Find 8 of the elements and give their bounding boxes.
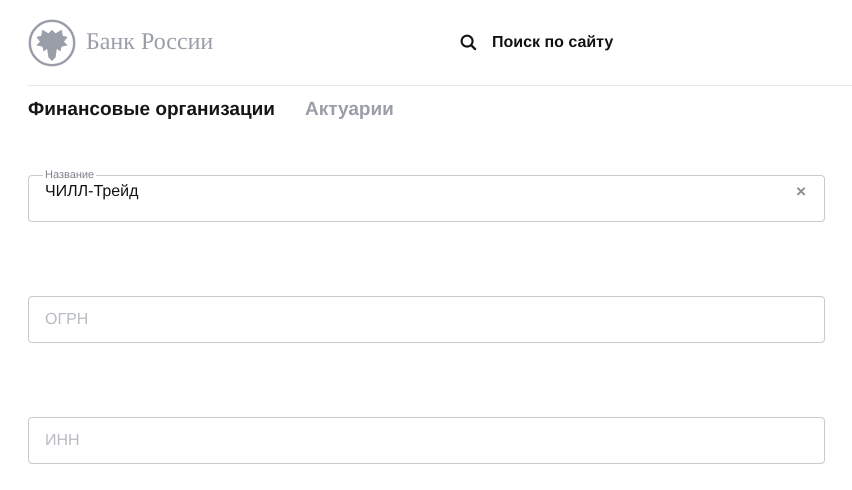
tab[interactable]: Финансовые организации	[28, 99, 275, 149]
search-icon	[460, 34, 477, 51]
input-field[interactable]: Название ЧИЛЛ-Трейд ×	[28, 168, 825, 222]
search-link[interactable]: Поиск по сайту	[460, 34, 614, 52]
field-label: Название	[44, 168, 96, 182]
input-field[interactable]: ИНН	[28, 417, 825, 464]
input-field[interactable]: ОГРН	[28, 296, 825, 343]
emblem-icon	[28, 18, 76, 66]
